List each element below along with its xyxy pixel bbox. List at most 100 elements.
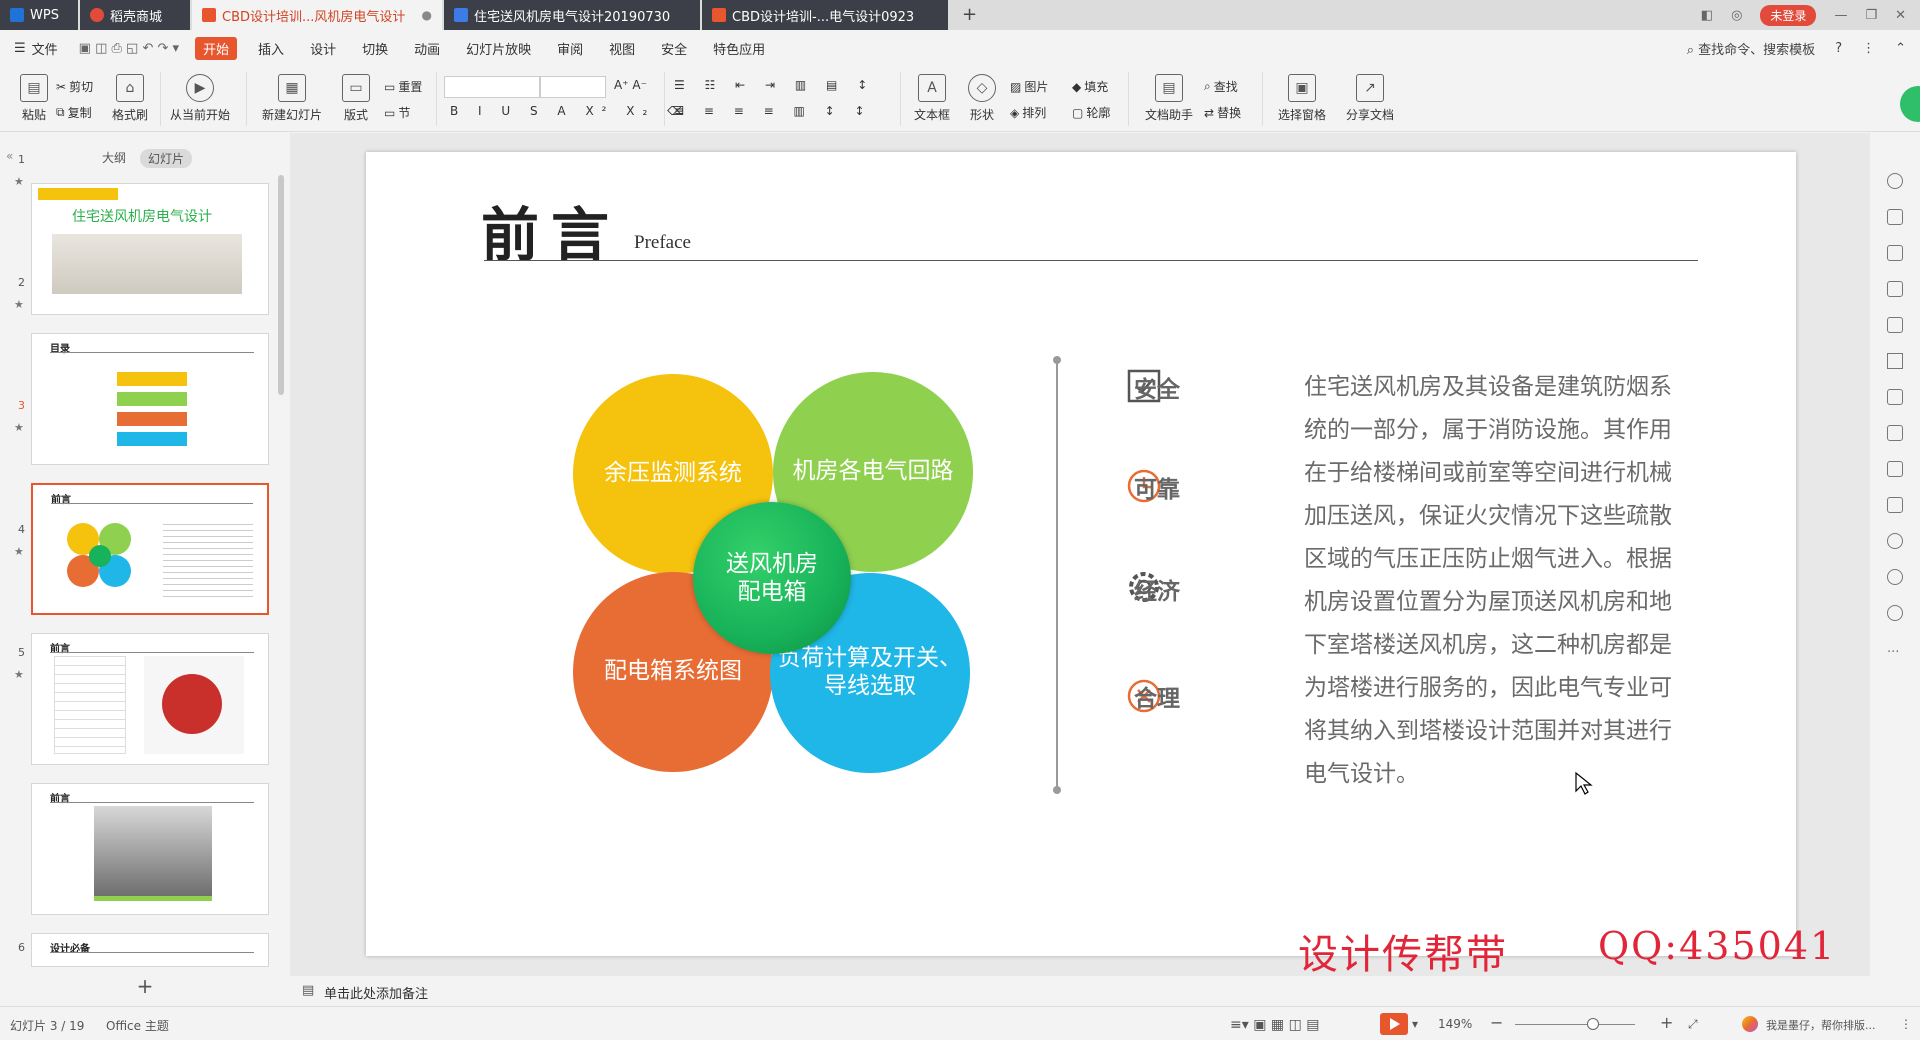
slideshow-play-button[interactable]: [1380, 1013, 1408, 1035]
menu-start[interactable]: 开始: [195, 36, 238, 60]
more-horizontal-icon[interactable]: ···: [1887, 645, 1899, 660]
tab-document-3[interactable]: CBD设计培训-...电气设计0923: [702, 0, 948, 30]
assistant-avatar[interactable]: [1742, 1016, 1758, 1032]
fit-window-icon[interactable]: ⤢: [1688, 1017, 1698, 1032]
menu-file[interactable]: 文件: [32, 39, 58, 58]
find-button[interactable]: ⌕ 查找: [1204, 78, 1238, 95]
skin-icon[interactable]: ◎: [1731, 8, 1742, 23]
menu-animation[interactable]: 动画: [414, 39, 440, 58]
box-icon[interactable]: [1887, 389, 1903, 405]
sparkle-icon[interactable]: [1887, 173, 1903, 189]
hamburger-icon[interactable]: ☰: [14, 41, 26, 56]
quick-access-icons[interactable]: ▣ ◫ ⎙ ◱ ↶ ↷ ▾: [79, 41, 179, 56]
zoom-slider[interactable]: [1515, 1024, 1635, 1025]
paste-button[interactable]: ▤ 粘贴: [4, 74, 64, 123]
presentation-icon: [712, 8, 726, 22]
menu-review[interactable]: 审阅: [557, 39, 583, 58]
speaker-icon[interactable]: [1887, 497, 1903, 513]
fill-button[interactable]: ◆ 填充: [1072, 78, 1108, 95]
collapse-ribbon-icon[interactable]: ⌃: [1895, 41, 1906, 56]
minimize-icon[interactable]: —: [1834, 8, 1847, 23]
help-icon[interactable]: ?: [1835, 41, 1842, 56]
doc-assistant-button[interactable]: ▤ 文档助手: [1136, 74, 1202, 123]
help-circle-icon[interactable]: [1887, 605, 1903, 621]
slide-thumb-1[interactable]: 住宅送风机房电气设计: [31, 183, 269, 315]
tab-outline[interactable]: 大纲: [102, 149, 126, 166]
format-painter-button[interactable]: ⌂ 格式刷: [100, 74, 160, 123]
slide[interactable]: 前言 Preface 余压监测系统 机房各电气回路 配电箱系统图 负荷计算及开关…: [366, 152, 1796, 956]
more-icon[interactable]: ⋮: [1862, 41, 1875, 56]
shield-icon[interactable]: [1887, 533, 1903, 549]
cut-button[interactable]: ✂ 剪切: [56, 78, 93, 95]
textbox-button[interactable]: A 文本框: [904, 74, 960, 123]
star-icon[interactable]: [1887, 353, 1903, 369]
layout-button[interactable]: ▭ 版式: [334, 74, 378, 123]
copy-icon[interactable]: [1887, 209, 1903, 225]
zoom-out-icon[interactable]: −: [1490, 1013, 1503, 1032]
new-slide-button[interactable]: ▦ 新建幻灯片: [254, 74, 330, 123]
tab-slides[interactable]: 幻灯片: [140, 149, 193, 168]
from-current-button[interactable]: ▶ 从当前开始: [164, 74, 236, 123]
slide-thumb-4[interactable]: 前言: [31, 633, 269, 765]
notes-placeholder[interactable]: 单击此处添加备注: [324, 983, 428, 1002]
notes-bar[interactable]: ▤ 单击此处添加备注: [290, 976, 1870, 1006]
collapse-panel-icon[interactable]: «: [6, 149, 13, 163]
section-button[interactable]: ▭ 节: [384, 104, 410, 121]
login-button[interactable]: 未登录: [1760, 4, 1817, 26]
shape-button[interactable]: ◇ 形状: [960, 74, 1004, 123]
zoom-slider-knob[interactable]: [1587, 1018, 1599, 1030]
new-tab-button[interactable]: +: [962, 4, 977, 25]
menu-design[interactable]: 设计: [310, 39, 336, 58]
shapes-icon[interactable]: [1887, 245, 1903, 261]
paragraph-list-buttons[interactable]: ☰ ☷ ⇤ ⇥ ▥ ▤ ↕: [674, 78, 875, 92]
font-size-select[interactable]: [540, 76, 606, 98]
tab-document-2[interactable]: 住宅送风机房电气设计20190730: [444, 0, 700, 30]
zoom-level[interactable]: 149%: [1438, 1017, 1472, 1031]
slide-thumb-2[interactable]: 目录: [31, 333, 269, 465]
slide-thumb-5[interactable]: 前言: [31, 783, 269, 915]
close-icon[interactable]: ✕: [1895, 8, 1906, 23]
tab-close-icon[interactable]: ●: [422, 8, 432, 22]
export-icon[interactable]: [1887, 425, 1903, 441]
search-command[interactable]: ⌕ 查找命令、搜索模板: [1687, 39, 1815, 58]
font-grow-shrink[interactable]: A⁺ A⁻: [614, 78, 647, 92]
tab-document-active[interactable]: CBD设计培训...风机房电气设计 ●: [192, 0, 442, 30]
history-icon[interactable]: [1887, 569, 1903, 585]
slide-thumb-6[interactable]: 设计必备: [31, 933, 269, 967]
selection-pane-button[interactable]: ▣ 选择窗格: [1270, 74, 1334, 123]
menu-transition[interactable]: 切换: [362, 39, 388, 58]
copy-button[interactable]: ⧉ 复制: [56, 104, 92, 121]
status-more-icon[interactable]: ⋮: [1900, 1017, 1912, 1031]
view-mode-icons[interactable]: ≡▾ ▣ ▦ ◫ ▤: [1230, 1017, 1319, 1033]
menu-insert[interactable]: 插入: [258, 39, 284, 58]
settings-sliders-icon[interactable]: [1887, 281, 1903, 297]
menu-security[interactable]: 安全: [661, 39, 687, 58]
reset-button[interactable]: ▭ 重置: [384, 78, 422, 95]
menu-special[interactable]: 特色应用: [713, 39, 765, 58]
user-icon[interactable]: ◧: [1701, 8, 1713, 23]
outline-button[interactable]: ▢ 轮廓: [1072, 104, 1110, 121]
replace-button[interactable]: ⇄ 替换: [1204, 104, 1241, 121]
picture-button[interactable]: ▨ 图片: [1010, 78, 1048, 95]
font-name-select[interactable]: [444, 76, 540, 98]
assistant-badge-icon[interactable]: [1900, 86, 1920, 122]
menu-slideshow[interactable]: 幻灯片放映: [466, 39, 531, 58]
star-icon: ★: [14, 668, 24, 681]
add-slide-button[interactable]: +: [0, 968, 290, 1006]
zoom-in-icon[interactable]: +: [1660, 1013, 1673, 1032]
image-icon[interactable]: [1887, 317, 1903, 333]
font-style-buttons[interactable]: B I U S A X² X₂ ⌫: [450, 104, 692, 118]
maximize-icon[interactable]: ❐: [1865, 8, 1877, 23]
star-icon: ★: [14, 298, 24, 311]
menu-view[interactable]: 视图: [609, 39, 635, 58]
arrange-button[interactable]: ◈ 排列: [1010, 104, 1046, 121]
thumbnail-scrollbar[interactable]: [278, 175, 284, 395]
share-button[interactable]: ↗ 分享文档: [1338, 74, 1402, 123]
slide-thumb-3-selected[interactable]: 前言: [31, 483, 269, 615]
tab-wps[interactable]: WPS: [0, 0, 78, 30]
picture-icon[interactable]: [1887, 461, 1903, 477]
tab-store[interactable]: 稻壳商城: [80, 0, 190, 30]
paragraph-align-buttons[interactable]: ≡ ≡ ≡ ≡ ▥ ↕ ↕: [674, 104, 873, 118]
assistant-text[interactable]: 我是墨仔，帮你排版...: [1766, 1017, 1876, 1033]
play-dropdown-icon[interactable]: ▾: [1412, 1017, 1418, 1031]
